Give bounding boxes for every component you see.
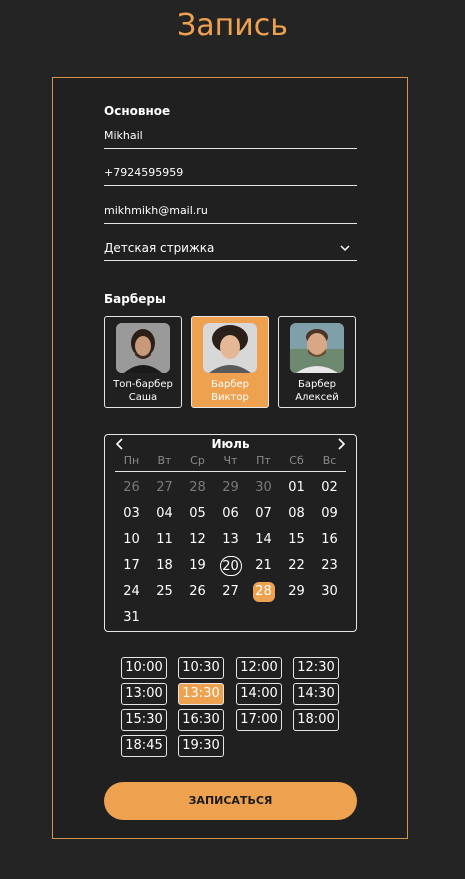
name-input[interactable] [104, 129, 357, 142]
calendar-day[interactable]: 22 [280, 553, 313, 579]
calendar-day[interactable]: 31 [115, 605, 148, 631]
time-slot-button[interactable]: 13:30 [178, 683, 224, 705]
calendar-day[interactable]: 18 [148, 553, 181, 579]
email-input[interactable] [104, 204, 357, 217]
avatar [116, 323, 170, 373]
weekday-label: Вс [322, 454, 337, 467]
calendar-week: 03 04 05 06 07 08 09 [115, 501, 346, 527]
calendar-week: 31 [115, 605, 346, 631]
weekday-label: Ср [190, 454, 205, 467]
calendar-day[interactable]: 10 [115, 527, 148, 553]
time-slot-button[interactable]: 12:00 [236, 657, 282, 679]
phone-field[interactable] [104, 160, 357, 186]
barber-card-viktor[interactable]: Барбер Виктор [191, 316, 269, 408]
weekday-label: Сб [289, 454, 304, 467]
calendar-day[interactable]: 09 [313, 501, 346, 527]
time-slot-button[interactable]: 15:30 [121, 709, 167, 731]
calendar-days: 26 27 28 29 30 01 02 03 04 05 06 07 08 09 10 11 12 13 14 15… [115, 475, 346, 631]
calendar-day[interactable]: 20 [214, 553, 247, 579]
calendar-day[interactable]: 26 [115, 475, 148, 501]
calendar-day[interactable]: 03 [115, 501, 148, 527]
calendar-day[interactable]: 15 [280, 527, 313, 553]
name-field[interactable] [104, 123, 357, 149]
calendar-day[interactable]: 28 [247, 579, 280, 605]
avatar [203, 323, 257, 373]
time-slot-button[interactable]: 18:00 [293, 709, 339, 731]
calendar: Июль Пн Вт Ср Чт Пт Сб Вс 26 27 28 29 30 01 02 03 04 05… [104, 434, 357, 632]
barber-name: Топ-барбер Саша [113, 379, 173, 403]
calendar-day[interactable]: 26 [181, 579, 214, 605]
calendar-day[interactable]: 23 [313, 553, 346, 579]
calendar-day[interactable]: 16 [313, 527, 346, 553]
calendar-day[interactable]: 29 [214, 475, 247, 501]
calendar-day[interactable]: 01 [280, 475, 313, 501]
calendar-week: 24 25 26 27 28 29 30 [115, 579, 346, 605]
section-title-barbers: Барберы [104, 292, 166, 306]
service-select-value: Детская стрижка [104, 240, 215, 255]
time-slot-button[interactable]: 16:30 [178, 709, 224, 731]
weekday-row: Пн Вт Ср Чт Пт Сб Вс [115, 454, 346, 472]
avatar [290, 323, 344, 373]
time-slot-button[interactable]: 18:45 [121, 735, 167, 757]
calendar-month: Июль [211, 437, 250, 451]
barber-list: Топ-барбер Саша Барбер Виктор Барбер Але… [104, 316, 357, 408]
time-slot-button[interactable]: 10:00 [121, 657, 167, 679]
calendar-day[interactable]: 19 [181, 553, 214, 579]
time-slot-button[interactable]: 14:30 [293, 683, 339, 705]
time-slot-button[interactable]: 10:30 [178, 657, 224, 679]
time-slot-button[interactable]: 13:00 [121, 683, 167, 705]
calendar-day[interactable]: 27 [148, 475, 181, 501]
barber-card-sasha[interactable]: Топ-барбер Саша [104, 316, 182, 408]
calendar-day[interactable]: 02 [313, 475, 346, 501]
service-select[interactable]: Детская стрижка [104, 235, 357, 261]
calendar-day[interactable]: 17 [115, 553, 148, 579]
calendar-day[interactable]: 13 [214, 527, 247, 553]
time-slot-button[interactable]: 14:00 [236, 683, 282, 705]
calendar-day[interactable]: 25 [148, 579, 181, 605]
calendar-day[interactable]: 05 [181, 501, 214, 527]
calendar-week: 10 11 12 13 14 15 16 [115, 527, 346, 553]
calendar-day[interactable]: 08 [280, 501, 313, 527]
weekday-label: Вт [157, 454, 172, 467]
calendar-week: 26 27 28 29 30 01 02 [115, 475, 346, 501]
calendar-header: Июль [105, 435, 356, 455]
calendar-day[interactable]: 30 [247, 475, 280, 501]
calendar-day[interactable]: 14 [247, 527, 280, 553]
calendar-day[interactable]: 29 [280, 579, 313, 605]
weekday-label: Пт [256, 454, 271, 467]
weekday-label: Пн [123, 454, 140, 467]
calendar-day[interactable]: 07 [247, 501, 280, 527]
phone-input[interactable] [104, 166, 357, 179]
calendar-day[interactable]: 28 [181, 475, 214, 501]
page-title: Запись [177, 8, 288, 43]
barber-name: Барбер Алексей [295, 379, 339, 403]
barber-card-aleksey[interactable]: Барбер Алексей [278, 316, 356, 408]
calendar-day[interactable]: 12 [181, 527, 214, 553]
calendar-day[interactable]: 11 [148, 527, 181, 553]
weekday-label: Чт [223, 454, 238, 467]
barber-name: Барбер Виктор [210, 379, 249, 403]
calendar-week: 17 18 19 20 21 22 23 [115, 553, 346, 579]
time-slot-button[interactable]: 19:30 [178, 735, 224, 757]
chevron-down-icon [340, 244, 350, 251]
submit-button[interactable]: ЗАПИСАТЬСЯ [104, 782, 357, 820]
calendar-day[interactable]: 27 [214, 579, 247, 605]
section-title-main: Основное [104, 104, 171, 118]
time-slot-button[interactable]: 12:30 [293, 657, 339, 679]
booking-form: Основное Детская стрижка Барберы [52, 77, 408, 839]
next-month-icon[interactable] [334, 437, 348, 451]
email-field[interactable] [104, 198, 357, 224]
calendar-day[interactable]: 06 [214, 501, 247, 527]
time-slot-button[interactable]: 17:00 [236, 709, 282, 731]
calendar-day[interactable]: 24 [115, 579, 148, 605]
calendar-day[interactable]: 30 [313, 579, 346, 605]
calendar-day[interactable]: 21 [247, 553, 280, 579]
calendar-day[interactable]: 04 [148, 501, 181, 527]
